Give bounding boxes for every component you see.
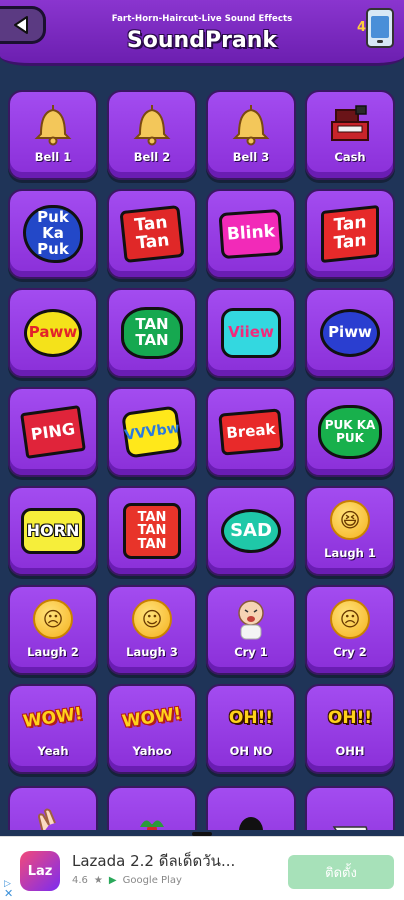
- wow-burst: WOW!: [121, 703, 183, 733]
- laughing-face-icon: 😆: [330, 500, 370, 540]
- tan-tan-cloud: TAN TAN: [121, 307, 183, 359]
- sound-tile-bell-3[interactable]: Bell 3: [206, 90, 296, 180]
- clapping-hands-icon: [37, 808, 56, 830]
- laughing-face-icon: ☺: [132, 599, 172, 639]
- app-subtitle: Fart-Horn-Haircut-Live Sound Effects: [111, 14, 293, 24]
- laughing-face-icon: ☹: [33, 599, 73, 639]
- phone-icon[interactable]: [366, 8, 394, 48]
- sound-tile-laugh-2[interactable]: ☹ Laugh 2: [8, 585, 98, 675]
- sound-tile-cry-2[interactable]: ☹ Cry 2: [305, 585, 395, 675]
- sad-bubble: SAD: [221, 509, 281, 553]
- tile-label: OH NO: [229, 744, 273, 758]
- sound-tile-laugh-3[interactable]: ☺ Laugh 3: [107, 585, 197, 675]
- sound-tile-yeah[interactable]: WOW! Yeah: [8, 684, 98, 774]
- silhouette-icon: [239, 817, 263, 830]
- sound-tile-paww[interactable]: Paww: [8, 288, 98, 378]
- sound-tile-oh-no[interactable]: OH!! OH NO: [206, 684, 296, 774]
- sound-tile-partial-clap[interactable]: [8, 786, 98, 830]
- tile-label: Cry 2: [333, 645, 367, 659]
- tile-label: Yeah: [37, 744, 69, 758]
- oh-burst: OH!!: [327, 708, 373, 728]
- tile-label: OHH: [335, 744, 365, 758]
- sound-tile-cry-1[interactable]: Cry 1: [206, 585, 296, 675]
- puk-ka-puk-bubble: Puk Ka Puk: [23, 205, 83, 263]
- sound-tile-laugh-1[interactable]: 😆 Laugh 1: [305, 486, 395, 576]
- bell-icon: [232, 105, 270, 146]
- oh-burst: OH!!: [228, 708, 274, 728]
- sound-tile-yahoo[interactable]: WOW! Yahoo: [107, 684, 197, 774]
- tan-tan-flag: Tan Tan: [321, 204, 379, 264]
- horn-burst: HORN: [21, 508, 85, 554]
- sound-tile-partial-holly[interactable]: [107, 786, 197, 830]
- partial-tile-row: [8, 786, 398, 830]
- puk-ka-puk-cloud: PUK KA PUK: [318, 405, 382, 459]
- sound-tile-tan-tan-3[interactable]: TAN TAN: [107, 288, 197, 378]
- piww-bubble: Piww: [320, 309, 380, 357]
- sound-tile-puk-ka-puk[interactable]: Puk Ka Puk: [8, 189, 98, 279]
- tile-label: Bell 2: [133, 150, 171, 164]
- share-count-badge: 4: [356, 20, 366, 35]
- tan-tan-tan-burst: TAN TAN TAN: [123, 503, 181, 559]
- sound-tile-blink[interactable]: Blink: [206, 189, 296, 279]
- ad-title: Lazada 2.2 ดีลเด็ดวัน...: [72, 852, 236, 870]
- install-button[interactable]: ติดตั้ง: [288, 855, 394, 889]
- break-bubble: Break: [218, 408, 284, 456]
- tile-label: Cry 1: [234, 645, 268, 659]
- sound-tile-cash[interactable]: Cash: [305, 90, 395, 180]
- app-title: SoundPrank: [126, 28, 278, 53]
- airplane-icon: [332, 826, 368, 830]
- ad-meta: 4.6 ★ ▶ Google Play: [72, 875, 182, 886]
- paww-bubble: Paww: [24, 309, 82, 357]
- sound-tile-viiew[interactable]: Viiew: [206, 288, 296, 378]
- bell-icon: [34, 105, 72, 146]
- sound-tile-sad[interactable]: SAD: [206, 486, 296, 576]
- sound-tile-partial-silhouette[interactable]: [206, 786, 296, 830]
- tile-label: Bell 1: [34, 150, 72, 164]
- ad-store: Google Play: [122, 875, 182, 886]
- lazada-logo: Laz: [20, 851, 60, 891]
- star-icon: ★: [93, 875, 103, 886]
- sound-tile-tan-tan-2[interactable]: Tan Tan: [305, 189, 395, 279]
- cash-register-icon: [331, 105, 369, 141]
- crying-face-icon: ☹: [330, 599, 370, 639]
- holly-icon: [140, 820, 164, 830]
- tile-label: Laugh 3: [126, 645, 178, 659]
- close-icon[interactable]: ✕: [4, 887, 13, 900]
- ad-rating: 4.6: [72, 875, 88, 886]
- app-header: Fart-Horn-Haircut-Live Sound Effects Sou…: [0, 0, 404, 66]
- tile-label: Cash: [334, 150, 366, 164]
- sound-tile-puk-ka-puk-2[interactable]: PUK KA PUK: [305, 387, 395, 477]
- sound-tile-piww[interactable]: Piww: [305, 288, 395, 378]
- ad-banner[interactable]: ▷ ✕ Laz Lazada 2.2 ดีลเด็ดวัน... 4.6 ★ ▶…: [0, 836, 404, 900]
- sound-tile-break[interactable]: Break: [206, 387, 296, 477]
- sound-tile-ohh[interactable]: OH!! OHH: [305, 684, 395, 774]
- bell-icon: [133, 105, 171, 146]
- crying-baby-icon: [238, 600, 264, 640]
- sound-tile-bell-2[interactable]: Bell 2: [107, 90, 197, 180]
- sound-tile-ping[interactable]: PING: [8, 387, 98, 477]
- sound-tile-bell-1[interactable]: Bell 1: [8, 90, 98, 180]
- sound-tile-horn[interactable]: HORN: [8, 486, 98, 576]
- tile-label: Yahoo: [132, 744, 172, 758]
- sound-tile-tan-tan-tan[interactable]: TAN TAN TAN: [107, 486, 197, 576]
- vvvbw-bubble: VVVbw: [121, 405, 183, 459]
- tan-tan-burst: Tan Tan: [119, 205, 185, 263]
- tile-label: Laugh 1: [324, 546, 376, 560]
- tile-label: Bell 3: [232, 150, 270, 164]
- sound-tile-vvvbw[interactable]: VVVbw: [107, 387, 197, 477]
- sound-tile-partial-plane[interactable]: [305, 786, 395, 830]
- play-store-icon: ▶: [108, 875, 117, 886]
- blink-burst: Blink: [218, 208, 284, 260]
- wow-burst: WOW!: [22, 703, 84, 733]
- ping-burst: PING: [20, 405, 86, 459]
- sound-tile-tan-tan[interactable]: Tan Tan: [107, 189, 197, 279]
- sound-grid: Bell 1 Bell 2 Bell 3 Cash Puk Ka Puk Tan…: [8, 90, 398, 774]
- viiew-burst: Viiew: [221, 308, 281, 358]
- tile-label: Laugh 2: [27, 645, 79, 659]
